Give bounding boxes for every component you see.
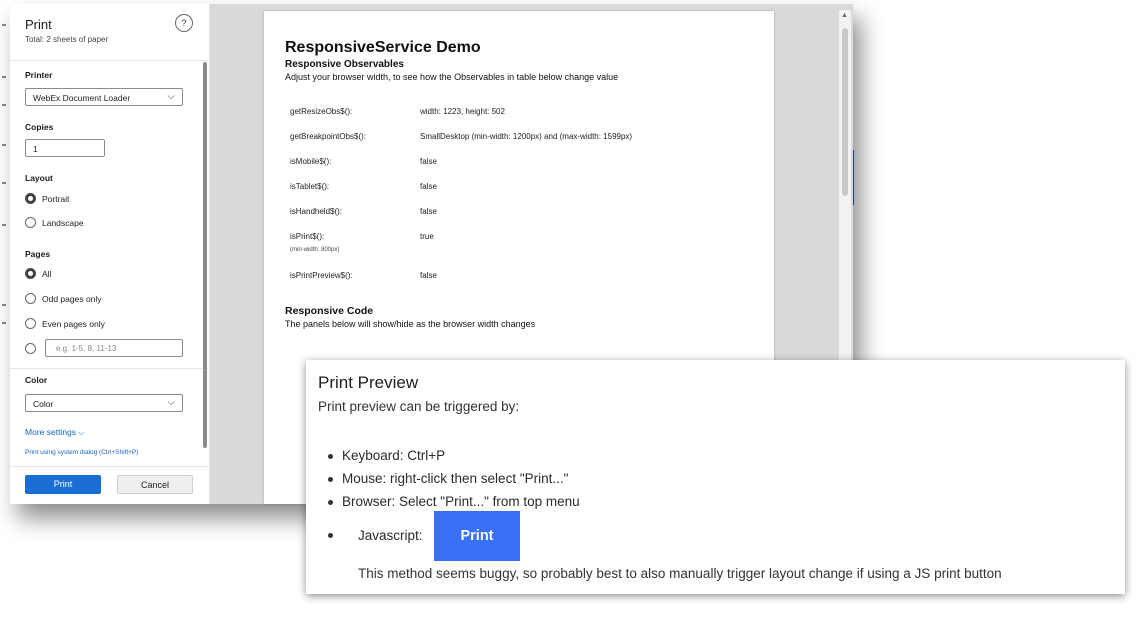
scrollbar-thumb[interactable]: [842, 28, 848, 196]
page-description: Adjust your browser width, to see how th…: [285, 72, 619, 82]
radio-checked-icon: [25, 268, 36, 280]
help-icon[interactable]: ?: [175, 14, 193, 32]
observable-value: false: [420, 271, 437, 280]
more-settings-label: More settings: [25, 427, 77, 437]
pages-odd-radio[interactable]: Odd pages only: [25, 291, 102, 305]
layout-label: Layout: [25, 173, 53, 183]
chevron-down-icon: ⌵: [167, 91, 175, 102]
panel-scrollbar[interactable]: [203, 62, 207, 448]
dialog-title: Print: [25, 17, 52, 32]
background-window-edge: [0, 4, 10, 504]
javascript-label: Javascript:: [358, 528, 423, 543]
background-window-right: [853, 4, 1138, 60]
list-item: Mouse: right-click then select "Print...…: [328, 467, 580, 490]
layout-option-label: Landscape: [42, 217, 84, 228]
sheet-count: Total: 2 sheets of paper: [25, 35, 109, 44]
observable-value: false: [420, 207, 437, 216]
system-dialog-link[interactable]: Print using system dialog (Ctrl+Shift+P): [25, 449, 138, 456]
card-title: Print Preview: [318, 373, 419, 392]
divider: [10, 60, 209, 61]
observable-value: false: [420, 157, 437, 166]
printer-select[interactable]: WebEx Document Loader ⌵: [25, 88, 183, 106]
color-label: Color: [25, 375, 48, 385]
cancel-button[interactable]: Cancel: [117, 475, 193, 494]
pages-label: Pages: [25, 249, 51, 259]
card-subtitle: Print preview can be triggered by:: [318, 399, 520, 414]
pages-option-label: Even pages only: [42, 318, 105, 329]
radio-icon: [25, 293, 36, 305]
layout-portrait-radio[interactable]: Portrait: [25, 191, 69, 205]
scroll-up-icon[interactable]: ▲: [841, 12, 848, 19]
chevron-down-icon: ⌵: [167, 397, 175, 408]
divider: [10, 466, 209, 467]
list-item: Browser: Select "Print..." from top menu: [328, 490, 580, 513]
observable-name: isPrintPreview$():: [290, 271, 353, 280]
list-item: Keyboard: Ctrl+P: [328, 444, 580, 467]
code-section-description: The panels below will show/hide as the b…: [285, 319, 536, 329]
observable-value: true: [420, 232, 434, 241]
page-range-input[interactable]: e.g. 1-5, 8, 11-13: [45, 339, 183, 357]
observable-value: SmallDesktop (min-width: 1200px) and (ma…: [420, 132, 633, 141]
print-button[interactable]: Print: [25, 475, 101, 494]
printer-value: WebEx Document Loader: [33, 93, 131, 103]
color-select[interactable]: Color ⌵: [25, 394, 183, 412]
card-note: This method seems buggy, so probably bes…: [358, 566, 1002, 581]
pages-all-radio[interactable]: All: [25, 266, 51, 280]
observable-name: isTablet$():: [290, 182, 330, 191]
page-title: ResponsiveService Demo: [285, 39, 481, 56]
observable-name: isPrint$():: [290, 232, 325, 241]
observable-value: width: 1223, height: 502: [420, 107, 505, 116]
observable-name: isMobile$():: [290, 157, 332, 166]
observable-note: (min-width: 800px): [290, 247, 340, 253]
printer-label: Printer: [25, 70, 53, 80]
observable-name: isHandheld$():: [290, 207, 343, 216]
copies-input[interactable]: 1: [25, 139, 105, 157]
radio-icon: [25, 343, 36, 355]
radio-icon: [25, 217, 36, 229]
divider: [10, 368, 209, 369]
observable-name: getResizeObs$():: [290, 107, 353, 116]
color-value: Color: [33, 399, 54, 409]
more-settings-link[interactable]: More settings ⌵: [25, 427, 84, 438]
pages-even-radio[interactable]: Even pages only: [25, 316, 105, 330]
chevron-down-icon: ⌵: [78, 428, 85, 437]
js-print-button[interactable]: Print: [434, 511, 520, 561]
print-preview-card: Print Preview Print preview can be trigg…: [306, 360, 1125, 594]
radio-icon: [25, 318, 36, 330]
radio-checked-icon: [25, 193, 36, 205]
layout-option-label: Portrait: [42, 193, 70, 204]
pages-custom-radio[interactable]: [25, 341, 42, 355]
print-settings-panel: Print Total: 2 sheets of paper ? Printer…: [10, 4, 210, 504]
observable-name: getBreakpointObs$():: [290, 132, 367, 141]
pages-option-label: All: [42, 268, 52, 279]
copies-label: Copies: [25, 122, 54, 132]
code-section-title: Responsive Code: [285, 305, 374, 317]
pages-option-label: Odd pages only: [42, 293, 102, 304]
observable-value: false: [420, 182, 437, 191]
layout-landscape-radio[interactable]: Landscape: [25, 215, 84, 229]
trigger-list: Keyboard: Ctrl+P Mouse: right-click then…: [328, 444, 580, 513]
page-subtitle: Responsive Observables: [285, 59, 404, 70]
